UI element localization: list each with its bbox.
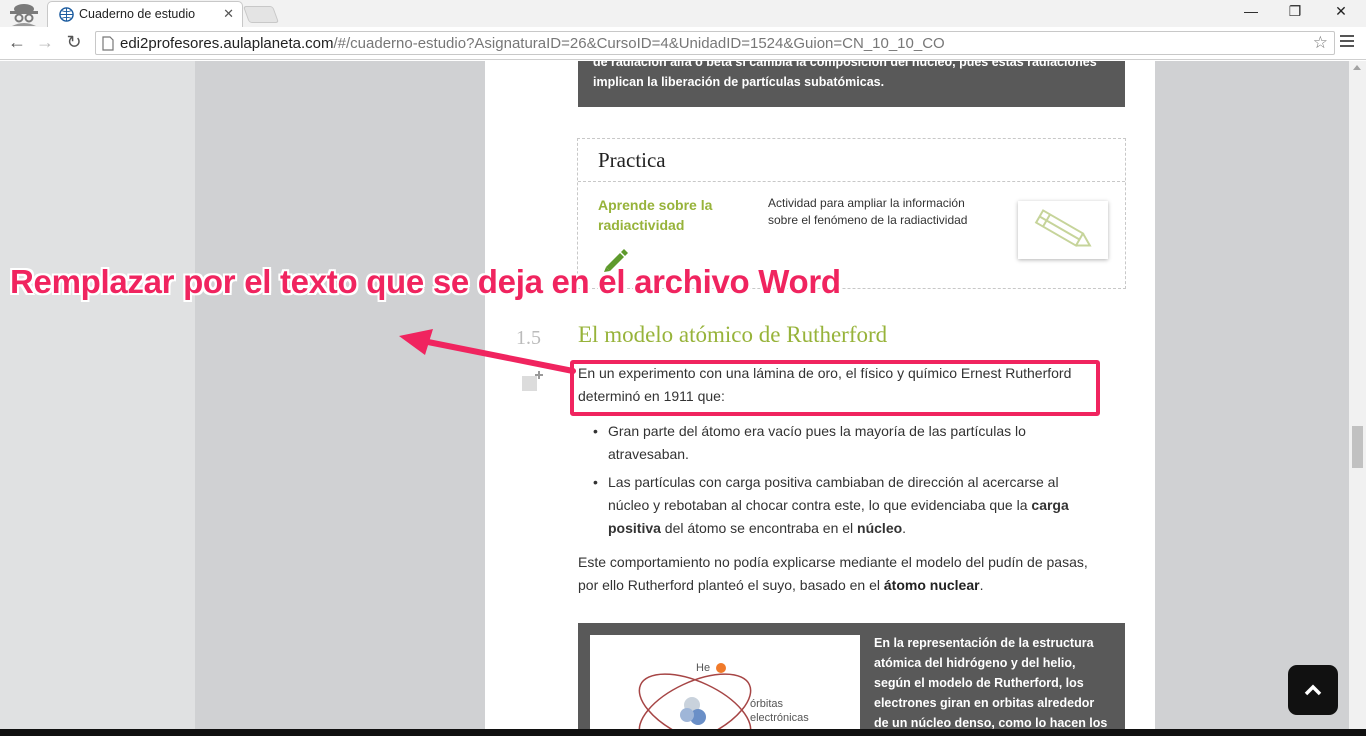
list-item: Gran parte del átomo era vacío pues la m… — [593, 420, 1093, 466]
page-viewport: de radiación alfa o beta si cambia la co… — [0, 61, 1349, 729]
minimize-button[interactable]: — — [1228, 3, 1274, 23]
orbits-label: órbitas — [750, 698, 784, 710]
close-icon[interactable]: ✕ — [223, 6, 234, 22]
annotation-text: Remplazar por el texto que se deja en el… — [10, 263, 841, 300]
incognito-icon — [10, 4, 38, 26]
electron — [716, 663, 726, 673]
figure-box: He órbitas electrónicas En la representa… — [578, 623, 1125, 729]
annotation-highlight-box — [570, 360, 1100, 416]
window-close-button[interactable]: ✕ — [1318, 3, 1364, 23]
figure-caption: En la representación de la estructura at… — [874, 636, 1108, 729]
activity-thumbnail[interactable] — [1018, 201, 1108, 259]
annotation-arrow-icon — [399, 329, 576, 374]
info-text-line: de radiación alfa o beta si cambia la co… — [593, 61, 1097, 69]
scroll-to-top-button[interactable] — [1288, 665, 1338, 715]
globe-icon — [59, 7, 74, 22]
activity-link[interactable]: Aprende sobre la radiactividad — [598, 195, 758, 235]
helium-label: He — [696, 662, 710, 674]
atom-diagram: He órbitas electrónicas — [590, 635, 860, 729]
explanation-paragraph: Este comportamiento no podía explicarse … — [578, 554, 1088, 593]
tab-strip: Cuaderno de estudio ✕ — ❐ ✕ — [0, 0, 1366, 27]
active-tab[interactable]: Cuaderno de estudio ✕ — [47, 1, 243, 27]
restore-button[interactable]: ❐ — [1272, 3, 1318, 23]
url-text: edi2profesores.aulaplaneta.com/#/cuadern… — [120, 35, 945, 52]
browser-toolbar: ← → ↻ edi2profesores.aulaplaneta.com/#/c… — [0, 27, 1366, 60]
left-margin — [0, 61, 195, 729]
pencil-thumbnail-icon — [1034, 209, 1092, 247]
previous-info-box: de radiación alfa o beta si cambia la co… — [578, 61, 1125, 107]
chevron-up-icon — [1304, 684, 1322, 696]
section-title: El modelo atómico de Rutherford — [578, 322, 888, 347]
tab-title: Cuaderno de estudio — [79, 7, 196, 21]
reload-icon[interactable]: ↻ — [62, 32, 86, 53]
orbits-label: electrónicas — [750, 712, 809, 724]
findings-list: Gran parte del átomo era vacío pues la m… — [593, 420, 1093, 545]
page-scrollbar[interactable] — [1349, 61, 1366, 729]
info-text-line: implican la liberación de partículas sub… — [593, 75, 885, 89]
star-icon[interactable]: ☆ — [1313, 33, 1328, 53]
address-bar[interactable]: edi2profesores.aulaplaneta.com/#/cuadern… — [95, 31, 1335, 55]
taskbar — [0, 729, 1366, 736]
activity-description: Actividad para ampliar la información so… — [768, 196, 968, 227]
new-tab-button[interactable] — [242, 6, 280, 23]
list-item: Las partículas con carga positiva cambia… — [593, 471, 1093, 540]
menu-icon[interactable] — [1340, 35, 1354, 50]
page-icon — [102, 36, 114, 51]
practica-header: Practica — [578, 139, 1125, 182]
scroll-up-icon[interactable] — [1353, 65, 1361, 70]
scrollbar-thumb[interactable] — [1352, 426, 1363, 468]
practica-heading: Practica — [598, 148, 666, 172]
forward-icon[interactable]: → — [33, 32, 57, 53]
back-icon[interactable]: ← — [5, 32, 29, 53]
